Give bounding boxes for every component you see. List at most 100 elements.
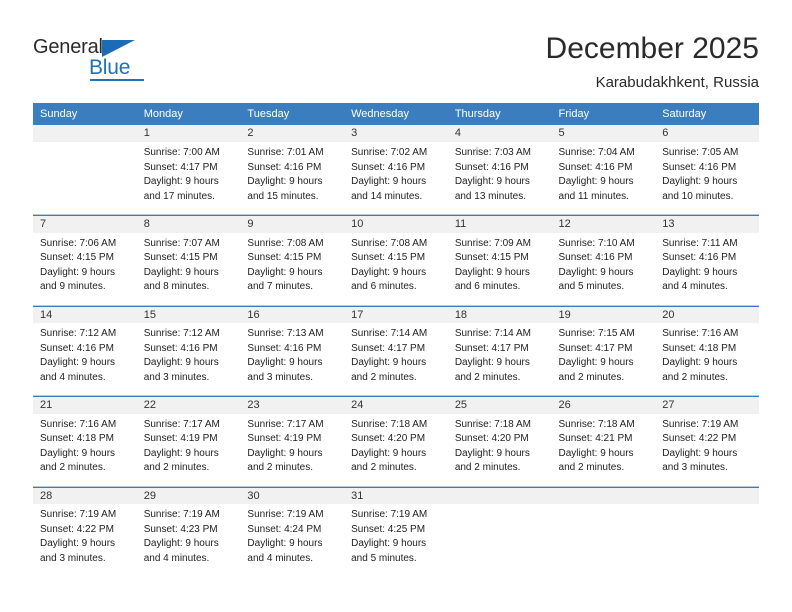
day-number-27[interactable]: 27 (655, 396, 759, 414)
day-cell-empty (551, 504, 656, 576)
day-number-28[interactable]: 28 (33, 487, 137, 504)
day-info-line: Daylight: 9 hours (662, 357, 738, 368)
day-info-line: Sunset: 4:22 PM (40, 523, 114, 535)
day-info-line: Sunset: 4:16 PM (662, 161, 737, 173)
day-number-20[interactable]: 20 (655, 306, 759, 323)
day-number-11[interactable]: 11 (447, 215, 552, 233)
day-info-line: Sunrise: 7:15 AM (558, 328, 635, 339)
day-number-7[interactable]: 7 (33, 215, 137, 233)
day-info-line: Daylight: 9 hours (247, 447, 323, 459)
day-number-empty (655, 487, 759, 504)
day-cell-16[interactable]: Sunrise: 7:13 AM Sunset: 4:16 PM Daylight:… (240, 323, 345, 395)
day-cell-27[interactable]: Sunrise: 7:19 AM Sunset: 4:22 PM Daylight:… (655, 413, 759, 486)
day-info-line: and 4 minutes. (143, 552, 210, 564)
day-number-3[interactable]: 3 (344, 125, 448, 142)
page-title: December 2025 (545, 32, 759, 65)
day-cell-30[interactable]: Sunrise: 7:19 AM Sunset: 4:24 PM Daylight:… (240, 504, 345, 576)
day-cell-2[interactable]: Sunrise: 7:01 AM Sunset: 4:16 PM Daylight:… (240, 142, 345, 214)
day-number-21[interactable]: 21 (33, 396, 137, 414)
day-cell-11[interactable]: Sunrise: 7:09 AM Sunset: 4:15 PM Daylight:… (447, 232, 552, 305)
day-number-empty (33, 125, 137, 142)
day-number-10[interactable]: 10 (344, 215, 448, 233)
day-number-24[interactable]: 24 (344, 396, 448, 414)
day-info-line: and 4 minutes. (247, 552, 314, 564)
day-cell-21[interactable]: Sunrise: 7:16 AM Sunset: 4:18 PM Daylight:… (33, 413, 137, 486)
day-info-line: Sunrise: 7:14 AM (351, 328, 428, 339)
day-info-line: and 2 minutes. (351, 371, 417, 383)
day-cell-31[interactable]: Sunrise: 7:19 AM Sunset: 4:25 PM Daylight:… (344, 504, 448, 576)
title-block: December 2025 Karabudakhkent, Russia (546, 30, 759, 94)
day-number-9[interactable]: 9 (240, 215, 345, 233)
day-number-8[interactable]: 8 (136, 215, 241, 233)
day-info-line: Daylight: 9 hours (454, 447, 530, 459)
day-cell-29[interactable]: Sunrise: 7:19 AM Sunset: 4:23 PM Daylight:… (136, 504, 241, 576)
day-cell-22[interactable]: Sunrise: 7:17 AM Sunset: 4:19 PM Daylight:… (136, 413, 241, 486)
day-info-line: Daylight: 9 hours (351, 538, 427, 549)
day-cell-6[interactable]: Sunrise: 7:05 AM Sunset: 4:16 PM Daylight:… (655, 142, 759, 214)
day-number-17[interactable]: 17 (344, 306, 448, 323)
day-number-23[interactable]: 23 (240, 396, 345, 414)
day-cell-28[interactable]: Sunrise: 7:19 AM Sunset: 4:22 PM Daylight:… (33, 504, 137, 576)
day-info-line: and 14 minutes. (351, 190, 423, 202)
day-info-line: Daylight: 9 hours (351, 357, 427, 368)
weekday-header-thursday: Thursday (447, 103, 552, 125)
day-number-12[interactable]: 12 (551, 215, 656, 233)
day-cell-8[interactable]: Sunrise: 7:07 AM Sunset: 4:15 PM Daylight:… (136, 232, 241, 305)
day-info-line: Sunrise: 7:12 AM (143, 328, 220, 339)
day-number-15[interactable]: 15 (136, 306, 241, 323)
day-cell-9[interactable]: Sunrise: 7:08 AM Sunset: 4:15 PM Daylight:… (240, 232, 345, 305)
day-info-line: Daylight: 9 hours (662, 447, 738, 459)
calendar-week-info-row: Sunrise: 7:16 AM Sunset: 4:18 PM Daylight:… (33, 413, 759, 486)
day-cell-3[interactable]: Sunrise: 7:02 AM Sunset: 4:16 PM Daylight:… (344, 142, 448, 214)
day-info-line: Daylight: 9 hours (143, 266, 219, 278)
day-cell-14[interactable]: Sunrise: 7:12 AM Sunset: 4:16 PM Daylight:… (33, 323, 137, 395)
general-blue-logo: General Blue (33, 36, 153, 82)
day-number-16[interactable]: 16 (240, 306, 345, 323)
day-cell-23[interactable]: Sunrise: 7:17 AM Sunset: 4:19 PM Daylight:… (240, 413, 345, 486)
day-cell-10[interactable]: Sunrise: 7:08 AM Sunset: 4:15 PM Daylight:… (344, 232, 448, 305)
day-info-line: and 2 minutes. (662, 371, 728, 383)
day-cell-12[interactable]: Sunrise: 7:10 AM Sunset: 4:16 PM Daylight:… (551, 232, 656, 305)
day-cell-4[interactable]: Sunrise: 7:03 AM Sunset: 4:16 PM Daylight:… (447, 142, 552, 214)
day-number-18[interactable]: 18 (447, 306, 552, 323)
day-info-line: and 15 minutes. (247, 190, 319, 202)
calendar-page: General Blue December 2025 Karabudakhken… (0, 0, 792, 612)
day-cell-19[interactable]: Sunrise: 7:15 AM Sunset: 4:17 PM Daylight:… (551, 323, 656, 395)
day-info-line: Sunrise: 7:04 AM (558, 147, 635, 158)
day-info-line: and 8 minutes. (143, 281, 210, 292)
day-info-line: Sunrise: 7:18 AM (558, 418, 635, 430)
day-number-2[interactable]: 2 (240, 125, 345, 142)
day-info-line: Daylight: 9 hours (40, 266, 116, 278)
day-info-line: Daylight: 9 hours (40, 447, 116, 459)
day-cell-1[interactable]: Sunrise: 7:00 AM Sunset: 4:17 PM Daylight:… (136, 142, 241, 214)
day-cell-18[interactable]: Sunrise: 7:14 AM Sunset: 4:17 PM Daylight:… (447, 323, 552, 395)
day-info-line: Sunset: 4:25 PM (351, 523, 426, 535)
day-number-30[interactable]: 30 (240, 487, 345, 504)
calendar-body: 1 2 3 4 5 6 Sunrise: 7:00 AM Sunset: 4:17 PM Day… (33, 125, 759, 576)
day-info-line: Sunset: 4:16 PM (247, 342, 322, 354)
day-cell-24[interactable]: Sunrise: 7:18 AM Sunset: 4:20 PM Daylight:… (344, 413, 448, 486)
day-number-14[interactable]: 14 (33, 306, 137, 323)
day-number-13[interactable]: 13 (655, 215, 759, 233)
day-number-6[interactable]: 6 (655, 125, 759, 142)
day-cell-17[interactable]: Sunrise: 7:14 AM Sunset: 4:17 PM Daylight:… (344, 323, 448, 395)
day-info-line: Sunrise: 7:19 AM (40, 509, 117, 520)
day-cell-13[interactable]: Sunrise: 7:11 AM Sunset: 4:16 PM Daylight:… (655, 232, 759, 305)
day-cell-5[interactable]: Sunrise: 7:04 AM Sunset: 4:16 PM Daylight:… (551, 142, 656, 214)
day-number-29[interactable]: 29 (136, 487, 241, 504)
day-cell-20[interactable]: Sunrise: 7:16 AM Sunset: 4:18 PM Daylight:… (655, 323, 759, 395)
day-number-5[interactable]: 5 (551, 125, 656, 142)
calendar-header-row: Sunday Monday Tuesday Wednesday Thursday Frid… (33, 103, 759, 125)
day-cell-15[interactable]: Sunrise: 7:12 AM Sunset: 4:16 PM Daylight:… (136, 323, 241, 395)
day-number-25[interactable]: 25 (447, 396, 552, 414)
day-number-4[interactable]: 4 (447, 125, 552, 142)
day-number-26[interactable]: 26 (551, 396, 656, 414)
day-cell-empty (447, 504, 552, 576)
day-number-31[interactable]: 31 (344, 487, 448, 504)
day-cell-7[interactable]: Sunrise: 7:06 AM Sunset: 4:15 PM Daylight:… (33, 232, 137, 305)
day-number-1[interactable]: 1 (136, 125, 241, 142)
day-number-19[interactable]: 19 (551, 306, 656, 323)
day-cell-26[interactable]: Sunrise: 7:18 AM Sunset: 4:21 PM Daylight:… (551, 413, 656, 486)
day-number-22[interactable]: 22 (136, 396, 241, 414)
day-cell-25[interactable]: Sunrise: 7:18 AM Sunset: 4:20 PM Daylight:… (447, 413, 552, 486)
